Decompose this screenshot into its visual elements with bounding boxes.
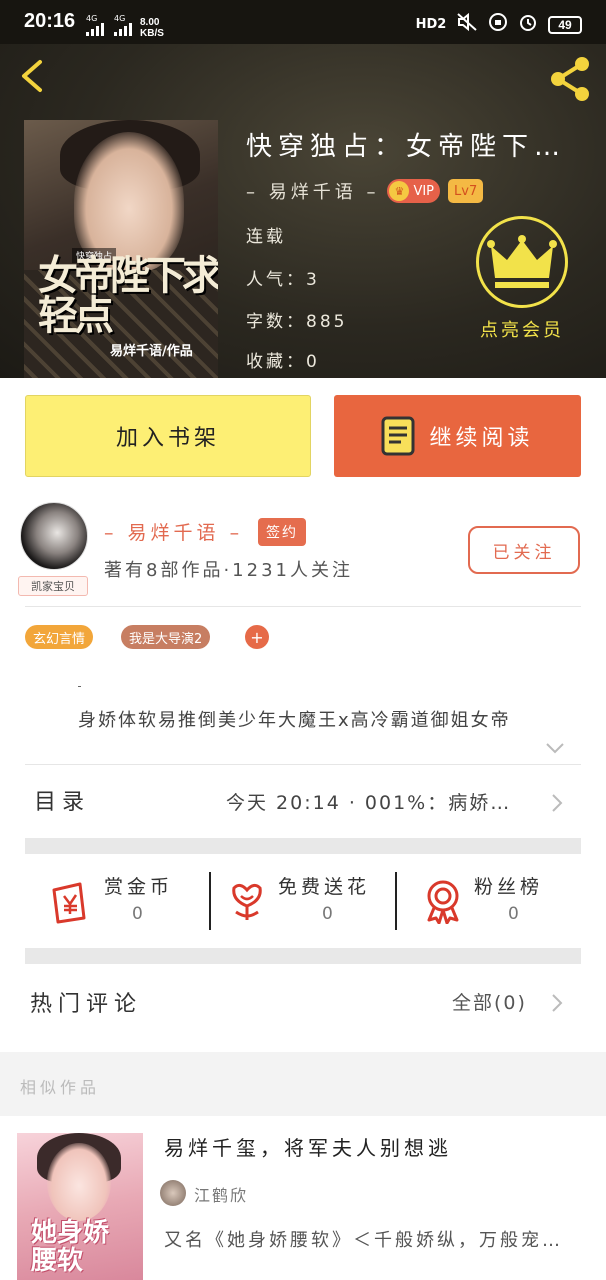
hot-comments-label: 热门评论 — [30, 992, 143, 1017]
similar-book-cover[interactable]: 她身娇腰软 — [17, 1133, 143, 1280]
avatar-tag: 凯家宝贝 — [18, 576, 88, 596]
stat-value: 0 — [508, 904, 519, 924]
lock-rotation-icon — [488, 12, 508, 37]
add-to-shelf-button[interactable]: 加入书架 — [25, 395, 311, 477]
gold-coin-icon — [52, 882, 86, 924]
signal-icon: 4G 4G — [86, 14, 132, 36]
tag-genre[interactable]: 玄幻言情 — [25, 625, 94, 649]
vip-badge: ♛ VIP — [387, 179, 441, 203]
stat-divider — [209, 872, 211, 930]
reward-coins-button[interactable]: 赏金币 0 — [50, 868, 190, 934]
book-header: 20:16 4G 4G 8.00 KB/S HD2 49 快穿独占 女帝陛下求轻… — [0, 0, 606, 378]
stat-label: 粉丝榜 — [474, 876, 544, 898]
similar-author-avatar — [160, 1180, 186, 1206]
add-tag-button[interactable]: + — [245, 625, 269, 649]
signed-badge: 签约 — [258, 518, 306, 546]
share-button[interactable] — [546, 54, 596, 104]
expand-intro-button[interactable] — [544, 738, 566, 758]
battery-icon: 49 — [548, 15, 582, 34]
favorites-count: 收藏：0 — [246, 352, 320, 372]
similar-works-label: 相似作品 — [20, 1078, 101, 1097]
similar-cover-title: 她身娇腰软 — [31, 1218, 110, 1276]
continue-reading-button[interactable]: 继续阅读 — [334, 395, 581, 477]
level-badge: Lv7 — [448, 179, 484, 203]
divider — [25, 606, 581, 607]
flower-icon — [232, 883, 262, 920]
book-title: 快穿独占：女帝陛下求轻点 — [246, 132, 586, 162]
author-name[interactable]: – 易烊千语 – — [104, 518, 243, 545]
status-bar: 20:16 4G 4G 8.00 KB/S HD2 49 — [0, 0, 606, 44]
book-intro[interactable]: 身娇体软易推倒美少年大魔王x高冷霸道御姐女帝 — [78, 706, 568, 732]
share-icon — [551, 57, 589, 101]
toc-label[interactable]: 目录 — [34, 784, 90, 816]
author-row: – 易烊千语 – ♛ VIP Lv7 — [246, 178, 484, 204]
stat-divider — [395, 872, 397, 930]
book-author[interactable]: – 易烊千语 – — [246, 178, 379, 204]
crown-icon — [487, 235, 557, 288]
latest-chapter[interactable]: 今天 20:14 · 001%：病娇小少爷 — [226, 788, 526, 815]
status-time: 20:16 — [24, 10, 76, 32]
chevron-left-icon — [22, 60, 42, 92]
fans-ranking-button[interactable]: 粉丝榜 0 — [420, 868, 570, 934]
cover-title: 女帝陛下求轻点 — [38, 252, 218, 339]
book-icon — [381, 416, 415, 456]
author-avatar[interactable] — [20, 502, 88, 570]
toc-chevron-right-icon[interactable] — [550, 792, 564, 814]
stat-label: 赏金币 — [104, 876, 174, 898]
alarm-icon — [518, 12, 538, 37]
serial-status: 连载 — [246, 227, 286, 247]
chevron-down-icon — [546, 743, 564, 754]
send-flowers-button[interactable]: 免费送花 0 — [224, 868, 384, 934]
status-icons: HD2 49 — [416, 12, 582, 37]
follow-button[interactable]: 已关注 — [468, 526, 580, 574]
book-cover[interactable]: 快穿独占 女帝陛下求轻点 易烊千语/作品 — [24, 120, 218, 378]
intro-dot — [78, 686, 81, 687]
similar-book-title[interactable]: 易烊千玺，将军夫人别想逃 — [164, 1132, 452, 1161]
section-gap — [25, 948, 581, 964]
similar-book-author[interactable]: 江鹤欣 — [194, 1182, 248, 1206]
all-comments-link[interactable]: 全部(0) — [452, 988, 527, 1015]
member-button[interactable] — [476, 216, 568, 308]
comments-chevron-right-icon[interactable] — [550, 992, 564, 1014]
cover-author: 易烊千语/作品 — [110, 344, 193, 359]
similar-book-desc[interactable]: 又名《她身娇腰软》＜千般娇纵，万般宠爱＞ — [164, 1226, 574, 1252]
medal-icon — [427, 880, 459, 924]
author-info: 著有8部作品·1231人关注 — [104, 560, 353, 581]
divider — [25, 764, 581, 765]
section-gap — [25, 838, 581, 854]
stat-value: 0 — [132, 904, 143, 924]
popularity: 人气：3 — [246, 270, 320, 290]
crown-icon: ♛ — [389, 181, 410, 201]
word-count: 字数：885 — [246, 312, 348, 332]
continue-reading-label: 继续阅读 — [429, 426, 534, 451]
stat-value: 0 — [322, 904, 333, 924]
network-speed: 8.00 KB/S — [140, 17, 164, 39]
tag-topic[interactable]: 我是大导演2 — [121, 625, 211, 649]
stat-label: 免费送花 — [278, 876, 371, 898]
hd-icon: HD2 — [415, 17, 447, 32]
mute-icon — [456, 12, 478, 37]
member-label[interactable]: 点亮会员 — [480, 316, 564, 342]
back-button[interactable] — [14, 56, 54, 96]
